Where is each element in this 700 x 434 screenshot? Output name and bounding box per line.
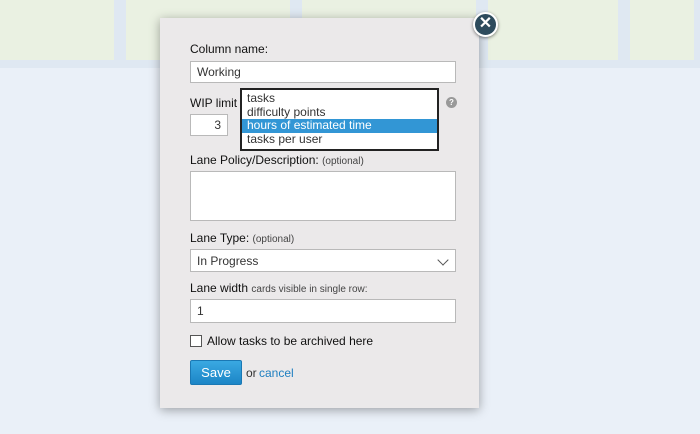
lane-width-input[interactable]: 1	[190, 299, 456, 323]
wip-unit-dropdown[interactable]: tasks difficulty points hours of estimat…	[240, 88, 439, 151]
lane-type-label: Lane Type: (optional)	[190, 231, 294, 245]
wip-unit-option[interactable]: difficulty points	[242, 105, 437, 120]
or-text: or	[246, 366, 257, 380]
close-icon[interactable]: ✕	[473, 12, 498, 37]
board-column	[0, 0, 120, 60]
optional-hint: (optional)	[322, 156, 364, 167]
lane-type-select[interactable]: In Progress	[190, 249, 456, 272]
save-button[interactable]: Save	[190, 360, 242, 385]
column-name-input[interactable]: Working	[190, 61, 456, 83]
column-name-label: Column name:	[190, 42, 269, 56]
wip-unit-option-selected[interactable]: hours of estimated time	[242, 118, 437, 133]
cancel-link[interactable]: cancel	[259, 366, 294, 380]
chevron-down-icon	[437, 254, 449, 266]
wip-unit-option[interactable]: tasks per user	[242, 132, 437, 147]
archive-label: Allow tasks to be archived here	[207, 334, 374, 348]
wip-unit-option[interactable]: tasks	[242, 91, 437, 106]
wip-limit-label: WIP limit	[190, 96, 238, 110]
lane-type-value: In Progress	[197, 254, 259, 268]
board-column	[488, 0, 624, 60]
optional-hint: (optional)	[252, 234, 295, 245]
lane-type-label-text: Lane Type:	[190, 231, 250, 245]
lane-policy-textarea[interactable]	[190, 171, 456, 221]
lane-width-label: Lane width cards visible in single row:	[190, 281, 368, 295]
lane-width-label-text: Lane width	[190, 281, 249, 295]
archive-checkbox[interactable]	[190, 335, 202, 347]
board-column	[630, 0, 700, 60]
lane-width-hint: cards visible in single row:	[251, 284, 368, 295]
lane-policy-label-text: Lane Policy/Description:	[190, 153, 319, 167]
question-icon[interactable]: ?	[446, 97, 457, 108]
wip-limit-input[interactable]: 3	[190, 114, 228, 136]
lane-policy-label: Lane Policy/Description: (optional)	[190, 153, 364, 167]
